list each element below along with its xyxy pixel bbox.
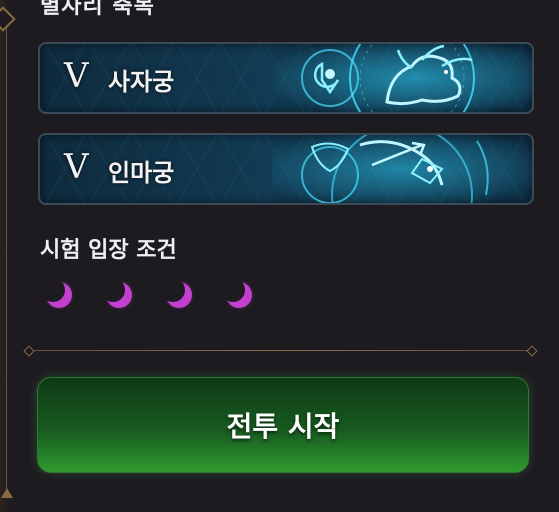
blessing-rank: V (64, 147, 89, 187)
moon-condition-list (44, 280, 254, 310)
moon-icon (44, 280, 74, 310)
start-battle-button[interactable]: 전투 시작 (37, 377, 529, 473)
moon-icon (224, 280, 254, 310)
blessing-rank: V (64, 56, 89, 96)
sagittarius-constellation-icon (272, 135, 532, 203)
blessing-card-leo[interactable]: V 사자궁 (38, 42, 534, 114)
blessing-name: 사자궁 (108, 68, 175, 96)
moon-icon (104, 280, 134, 310)
blessing-name: 인마궁 (108, 159, 175, 187)
side-frame (0, 0, 10, 512)
leo-constellation-icon (272, 44, 532, 112)
frame-line (6, 20, 7, 490)
entry-condition-title: 시험 입장 조건 (40, 238, 177, 263)
start-battle-label: 전투 시작 (226, 410, 340, 443)
divider-ornament-right (526, 345, 538, 357)
moon-icon (164, 280, 194, 310)
section-divider (28, 350, 534, 351)
divider-ornament-left (23, 345, 35, 357)
blessing-card-sagittarius[interactable]: V 인마궁 (38, 133, 534, 205)
frame-ornament-bottom (1, 488, 13, 498)
section-title: 별자리 축복 (40, 0, 155, 19)
